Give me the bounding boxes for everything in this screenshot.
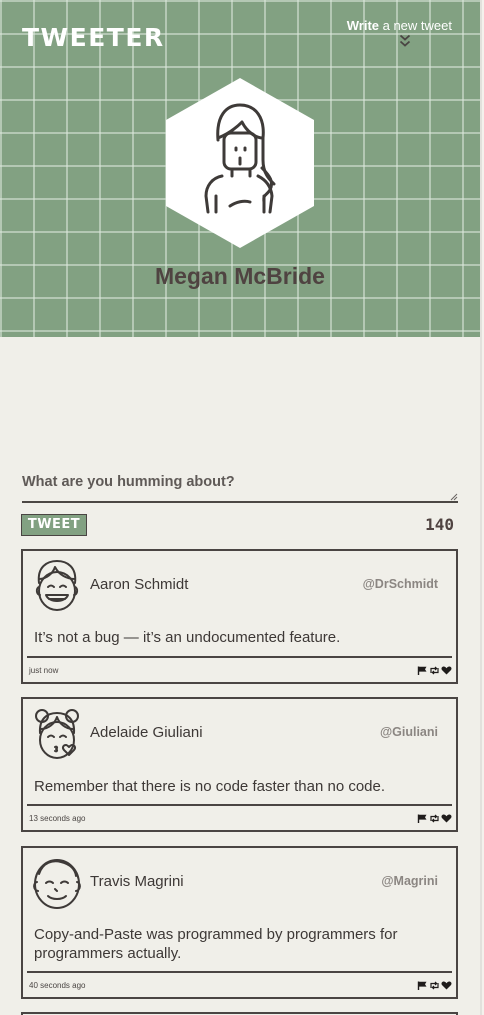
resize-handle-icon[interactable] (450, 493, 458, 501)
tweet-timestamp: 40 seconds ago (29, 981, 86, 990)
profile-header: TWEETER Write a new tweet Megan McBride (0, 0, 480, 337)
user-handle[interactable]: @Giuliani (380, 725, 438, 739)
retweet-icon[interactable] (429, 981, 440, 990)
tweet-actions (417, 666, 452, 675)
heart-icon[interactable] (441, 814, 452, 823)
page: TWEETER Write a new tweet Megan McBride … (0, 0, 482, 1015)
flag-icon[interactable] (417, 814, 428, 823)
write-new-tweet-link[interactable]: Write a new tweet (347, 18, 452, 33)
tweet-footer: 13 seconds ago (27, 804, 452, 830)
flag-icon[interactable] (417, 666, 428, 675)
tweet-input[interactable] (22, 470, 458, 498)
retweet-icon[interactable] (429, 814, 440, 823)
user-name: Travis Magrini (90, 873, 184, 890)
character-counter: 140 (425, 515, 454, 534)
tweet-actions (417, 981, 452, 990)
user-handle[interactable]: @Magrini (381, 874, 438, 888)
tweet-timestamp: 13 seconds ago (29, 814, 86, 823)
user-handle[interactable]: @DrSchmidt (363, 577, 438, 591)
profile-avatar (166, 78, 314, 248)
tweet-text: It’s not a bug — it’s an undocumented fe… (34, 629, 341, 646)
app-logo[interactable]: TWEETER (22, 23, 165, 52)
tweet-card: Travis Magrini @Magrini Copy-and-Paste w… (21, 846, 458, 999)
user-avatar (35, 560, 79, 611)
user-name: Aaron Schmidt (90, 576, 189, 593)
tweet-footer: 40 seconds ago (27, 971, 452, 997)
user-avatar (33, 859, 81, 909)
user-name: Adelaide Giuliani (90, 724, 203, 741)
tweet-actions (417, 814, 452, 823)
profile-name: Megan McBride (155, 263, 325, 289)
tweet-card: Aaron Schmidt @DrSchmidt It’s not a bug … (21, 549, 458, 684)
write-bold-label: Write (346, 18, 379, 33)
heart-icon[interactable] (441, 666, 452, 675)
tweet-composer (22, 470, 458, 503)
tweet-footer: just now (27, 656, 452, 682)
tweet-text: Remember that there is no code faster th… (34, 778, 386, 795)
double-chevron-down-icon[interactable] (399, 34, 411, 48)
tweet-text: Copy-and-Paste was programmed by program… (34, 926, 398, 962)
flag-icon[interactable] (417, 981, 428, 990)
write-rest-label: a new tweet (379, 18, 452, 33)
tweet-timestamp: just now (29, 666, 59, 675)
user-avatar (35, 709, 79, 759)
tweet-card: Adelaide Giuliani @Giuliani Remember tha… (21, 697, 458, 832)
retweet-icon[interactable] (429, 666, 440, 675)
heart-icon[interactable] (441, 981, 452, 990)
tweet-button[interactable]: TWEET (21, 514, 87, 536)
